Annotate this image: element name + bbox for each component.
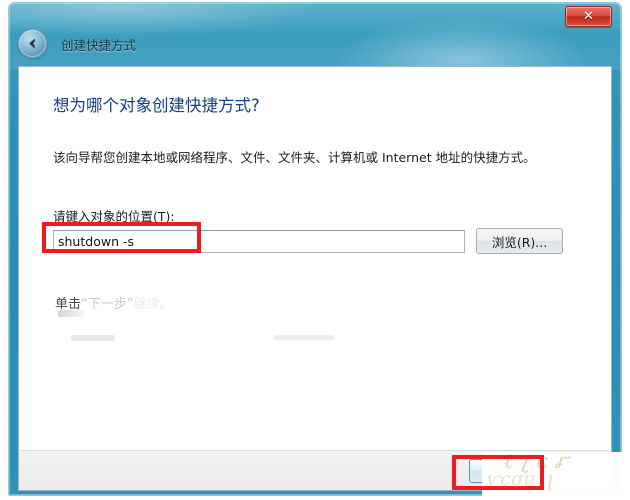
hint-smudge-3: [274, 335, 334, 340]
location-field-label: 请键入对象的位置(T):: [53, 209, 175, 224]
wizard-footer: 下一步: [18, 450, 612, 491]
hint-smudge-2: [71, 335, 115, 341]
close-icon: ✕: [583, 9, 594, 24]
window-title: 创建快捷方式: [61, 38, 137, 53]
wizard-content-area: 想为哪个对象创建快捷方式? 该向导帮您创建本地或网络程序、文件、文件夹、计算机或…: [18, 66, 612, 450]
hint-text-erased: 继续。: [133, 297, 173, 312]
screenshot-root: ✕ 创建快捷方式 想为哪个对象创建快捷方式? 该向导帮您创建本地或网络程序、文件…: [0, 0, 630, 500]
close-button[interactable]: ✕: [565, 6, 612, 27]
page-description: 该向导帮您创建本地或网络程序、文件、文件夹、计算机或 Internet 地址的快…: [53, 150, 536, 165]
hint-smudge-1: [58, 310, 84, 317]
next-button[interactable]: 下一步: [469, 459, 557, 483]
back-button[interactable]: [18, 29, 47, 58]
create-shortcut-window: ✕ 创建快捷方式 想为哪个对象创建快捷方式? 该向导帮您创建本地或网络程序、文件…: [8, 2, 622, 496]
page-title: 想为哪个对象创建快捷方式?: [53, 96, 260, 115]
location-input[interactable]: [53, 230, 465, 253]
hint-text-faded: “下一步”: [81, 297, 134, 312]
browse-button[interactable]: 浏览(R)...: [476, 228, 563, 254]
back-arrow-icon: [25, 36, 40, 51]
